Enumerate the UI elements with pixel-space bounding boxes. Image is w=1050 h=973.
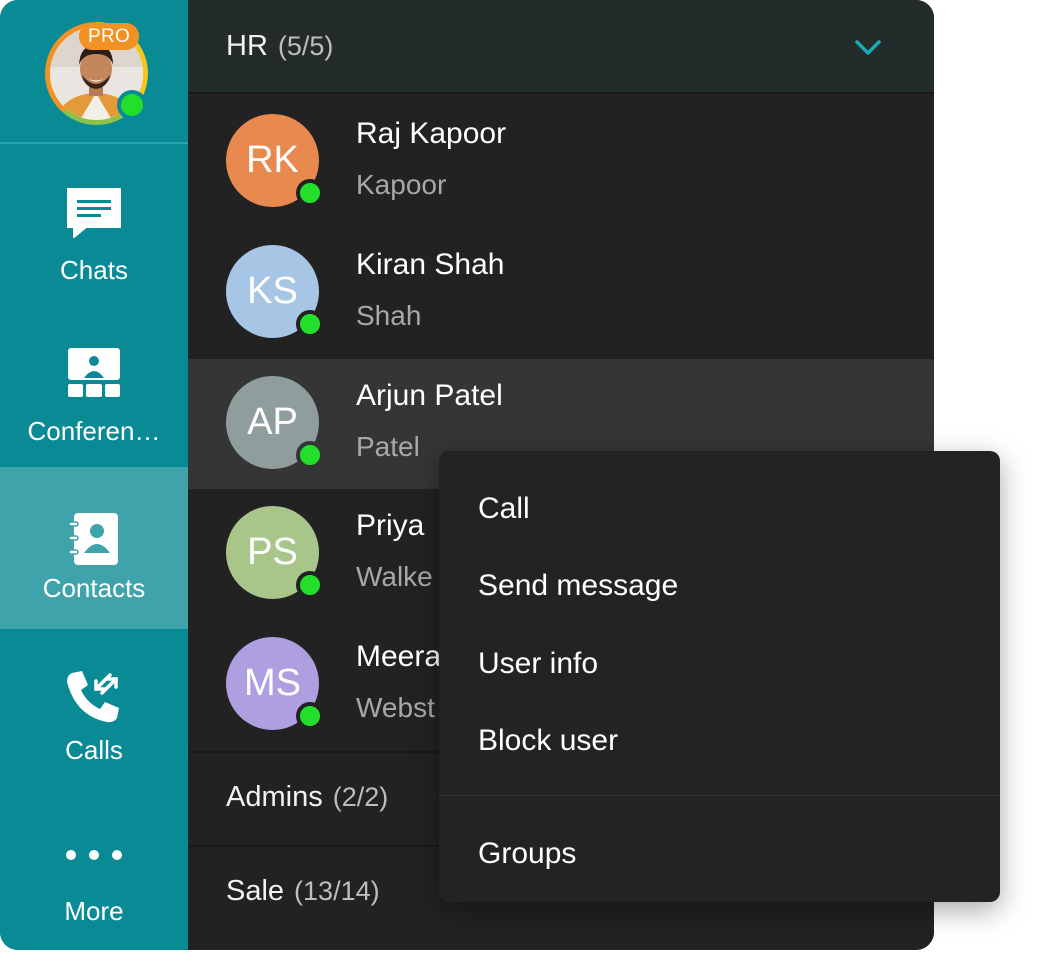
menu-item-user-info[interactable]: User info xyxy=(439,627,1000,701)
presence-indicator xyxy=(296,702,324,730)
profile-section[interactable]: PRO xyxy=(0,0,188,142)
menu-separator xyxy=(439,795,1000,796)
menu-item-call[interactable]: Call xyxy=(439,472,1000,546)
sidebar-item-conference[interactable]: Conferen… xyxy=(0,324,188,485)
group-count: (2/2) xyxy=(332,782,389,812)
pro-badge: PRO xyxy=(79,23,140,50)
phone-calls-icon xyxy=(67,671,119,723)
contact-subtitle: Kapoor xyxy=(356,169,447,200)
sidebar-item-chats[interactable]: Chats xyxy=(0,163,188,324)
presence-indicator xyxy=(296,310,324,338)
sidebar-item-label: Chats xyxy=(60,255,128,285)
contact-subtitle: Patel xyxy=(356,431,420,462)
contact-row[interactable]: RK Raj Kapoor Kapoor xyxy=(188,97,934,227)
menu-item-block-user[interactable]: Block user xyxy=(439,704,1000,778)
group-name: Sale xyxy=(226,875,285,907)
sidebar-item-label: Calls xyxy=(65,735,123,765)
presence-indicator xyxy=(296,179,324,207)
group-count: (5/5) xyxy=(277,31,334,61)
group-header-hr[interactable]: HR (5/5) xyxy=(188,0,934,94)
group-name: Admins xyxy=(226,781,323,813)
group-count: (13/14) xyxy=(294,876,380,906)
contact-context-menu: Call Send message User info Block user G… xyxy=(439,451,1000,902)
menu-item-send-message[interactable]: Send message xyxy=(439,549,1000,623)
group-name: HR xyxy=(226,30,268,62)
sidebar-item-label: More xyxy=(64,896,124,926)
sidebar-item-label: Conferen… xyxy=(27,416,161,446)
conference-icon xyxy=(68,348,120,397)
contact-name: Priya xyxy=(356,509,425,542)
contact-subtitle: Shah xyxy=(356,300,422,331)
contact-row[interactable]: KS Kiran Shah Shah xyxy=(188,228,934,358)
contact-subtitle: Webst xyxy=(356,692,435,723)
contact-subtitle: Walke xyxy=(356,561,433,592)
group-title: HR (5/5) xyxy=(226,30,333,63)
contact-name: Raj Kapoor xyxy=(356,117,507,150)
profile-presence-indicator xyxy=(117,90,147,120)
presence-indicator xyxy=(296,441,324,469)
contact-name: Kiran Shah xyxy=(356,248,505,281)
sidebar-divider xyxy=(0,142,188,144)
menu-item-groups[interactable]: Groups xyxy=(439,817,1000,891)
chevron-down-icon[interactable] xyxy=(852,32,884,64)
chat-bubble-icon xyxy=(67,188,121,238)
contact-name: Meera xyxy=(356,640,442,673)
sidebar-item-label: Contacts xyxy=(42,573,146,603)
sidebar: PRO Chats Conferen… Contacts Calls More xyxy=(0,0,188,950)
presence-indicator xyxy=(296,571,324,599)
group-title: Sale (13/14) xyxy=(226,875,380,908)
group-title: Admins (2/2) xyxy=(226,781,388,814)
sidebar-item-calls[interactable]: Calls xyxy=(0,629,188,790)
contact-name: Arjun Patel xyxy=(356,379,503,412)
contacts-book-icon xyxy=(68,513,118,565)
more-dots-icon xyxy=(66,850,122,860)
sidebar-item-more[interactable]: More xyxy=(0,790,188,950)
sidebar-item-contacts[interactable]: Contacts xyxy=(0,467,188,629)
